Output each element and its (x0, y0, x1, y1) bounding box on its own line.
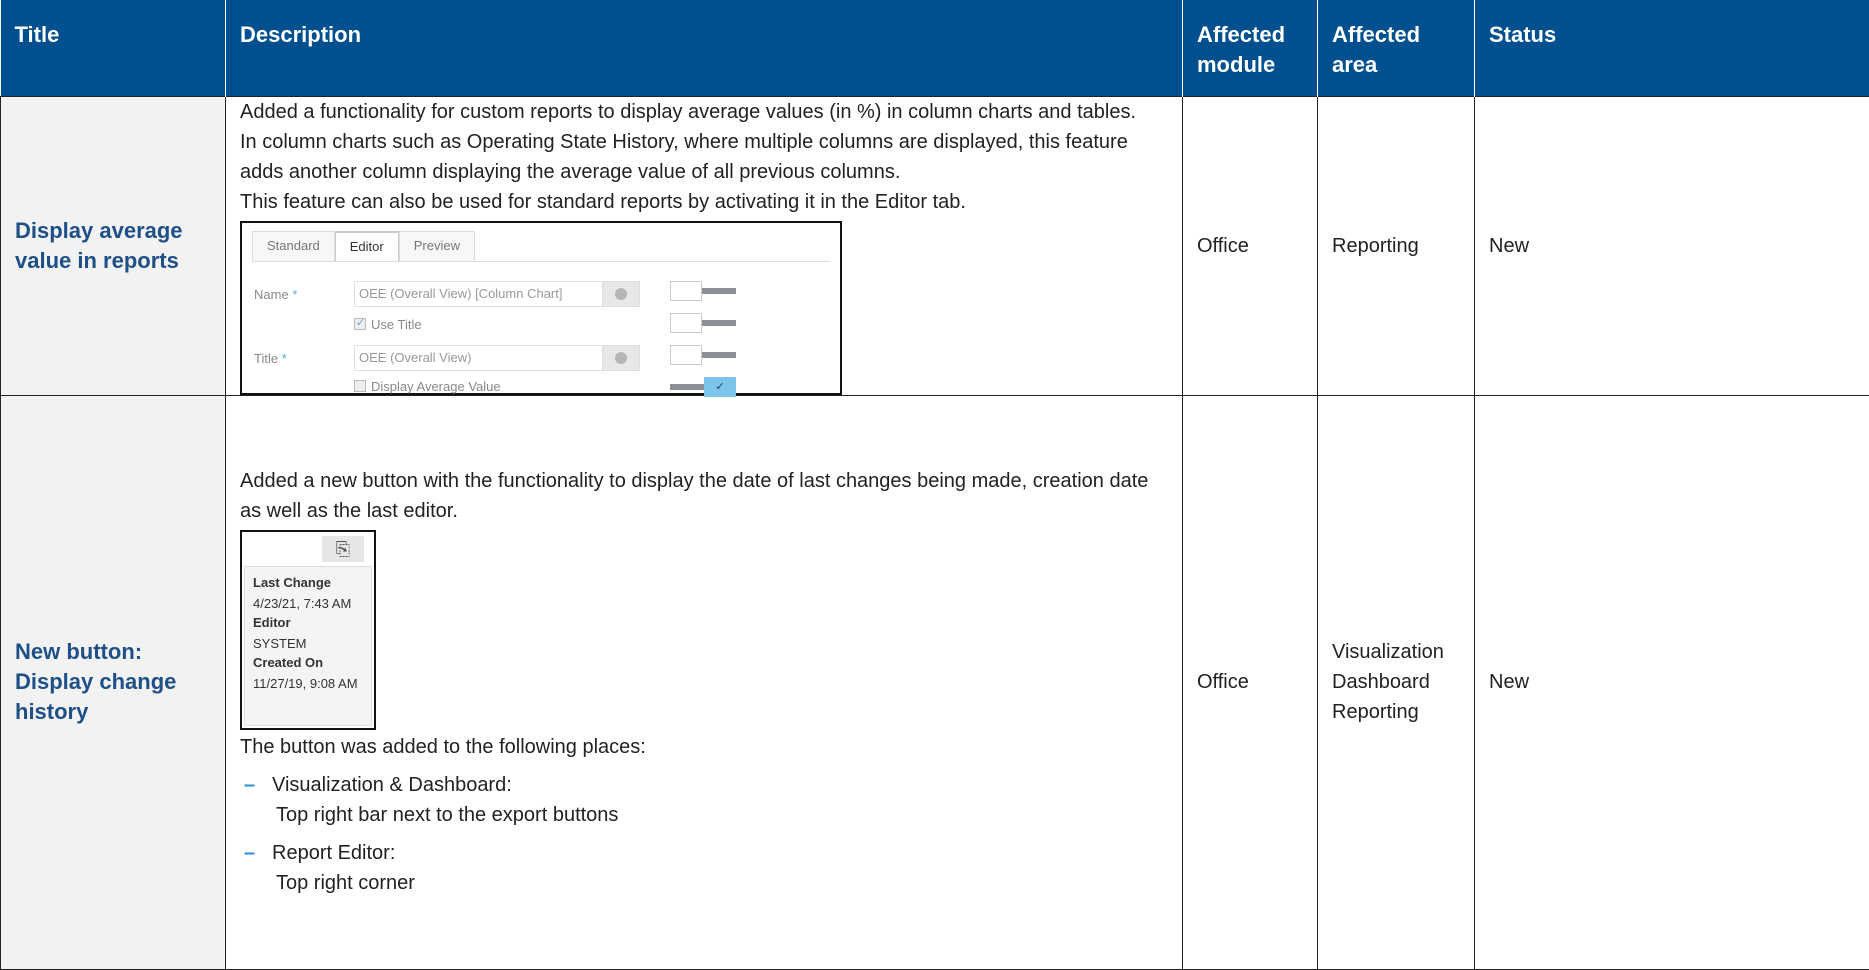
bullet-detail: Top right corner (272, 868, 415, 898)
checkbox-checked-icon[interactable] (354, 318, 366, 330)
tab-editor[interactable]: Editor (335, 231, 399, 261)
title-toggle[interactable] (670, 345, 736, 365)
name-label: Name * (254, 287, 297, 302)
editor-label: Editor (253, 615, 363, 630)
created-on-value: 11/27/19, 9:08 AM (253, 676, 363, 691)
description-paragraph: In column charts such as Operating State… (240, 127, 1168, 187)
area-line: Reporting (1332, 697, 1460, 727)
table-header-row: Title Description Affected module Affect… (1, 0, 1869, 96)
check-icon: ✓ (704, 377, 736, 397)
change-history-popup: Last Change 4/23/21, 7:43 AM Editor SYST… (244, 566, 372, 726)
dash-icon: – (240, 770, 272, 830)
display-average-toggle[interactable]: ✓ (670, 377, 736, 397)
globe-icon[interactable] (602, 281, 640, 307)
header-status: Status (1475, 0, 1869, 96)
header-affected-area: Affected area (1318, 0, 1475, 96)
editor-tabs: Standard Editor Preview (252, 231, 475, 261)
row-title: Display average value in reports (1, 96, 226, 395)
change-history-screenshot: ⎘ Last Change 4/23/21, 7:43 AM Editor SY… (240, 530, 376, 730)
list-item: – Report Editor: Top right corner (240, 838, 1168, 898)
description-paragraph: This feature can also be used for standa… (240, 187, 1168, 217)
table-row: Display average value in reports Added a… (1, 96, 1869, 395)
change-history-icon[interactable]: ⎘ (322, 536, 364, 562)
name-field[interactable]: OEE (Overall View) [Column Chart] (354, 281, 636, 307)
area-line: Visualization (1332, 637, 1460, 667)
dash-icon: – (240, 838, 272, 898)
created-on-label: Created On (253, 655, 363, 670)
description-paragraph: Added a new button with the functionalit… (240, 466, 1168, 526)
row-status: New (1475, 395, 1869, 969)
description-paragraph: Added a functionality for custom reports… (240, 97, 1168, 127)
release-notes-table: Title Description Affected module Affect… (0, 0, 1869, 970)
row-description: Added a functionality for custom reports… (226, 96, 1183, 395)
description-paragraph: The button was added to the following pl… (240, 732, 1168, 762)
tab-divider (252, 261, 830, 262)
globe-icon[interactable] (602, 345, 640, 371)
row-module: Office (1183, 96, 1318, 395)
title-field[interactable]: OEE (Overall View) (354, 345, 636, 371)
editor-tab-screenshot: Standard Editor Preview Name * OEE (Over… (240, 221, 842, 395)
use-title-toggle[interactable] (670, 313, 736, 333)
list-item: – Visualization & Dashboard: Top right b… (240, 770, 1168, 830)
header-title: Title (1, 0, 226, 96)
area-line: Dashboard (1332, 667, 1460, 697)
table-row: New button: Display change history Added… (1, 395, 1869, 969)
last-change-value: 4/23/21, 7:43 AM (253, 596, 363, 611)
row-status: New (1475, 96, 1869, 395)
display-average-checkbox[interactable]: Display Average Value (354, 379, 501, 394)
editor-value: SYSTEM (253, 636, 363, 651)
tab-preview[interactable]: Preview (399, 231, 475, 261)
use-title-checkbox[interactable]: Use Title (354, 317, 422, 332)
bullet-title: Report Editor: (272, 838, 415, 868)
name-toggle[interactable] (670, 281, 736, 301)
bullet-title: Visualization & Dashboard: (272, 770, 618, 800)
tab-standard[interactable]: Standard (252, 231, 335, 261)
row-title: New button: Display change history (1, 395, 226, 969)
bullet-detail: Top right bar next to the export buttons (272, 800, 618, 830)
row-description: Added a new button with the functionalit… (226, 395, 1183, 969)
row-area: Reporting (1318, 96, 1475, 395)
last-change-label: Last Change (253, 575, 363, 590)
row-area: Visualization Dashboard Reporting (1318, 395, 1475, 969)
title-label: Title * (254, 351, 287, 366)
row-module: Office (1183, 395, 1318, 969)
required-mark: * (292, 287, 297, 302)
header-description: Description (226, 0, 1183, 96)
required-mark: * (282, 351, 287, 366)
header-affected-module: Affected module (1183, 0, 1318, 96)
checkbox-icon[interactable] (354, 380, 366, 392)
